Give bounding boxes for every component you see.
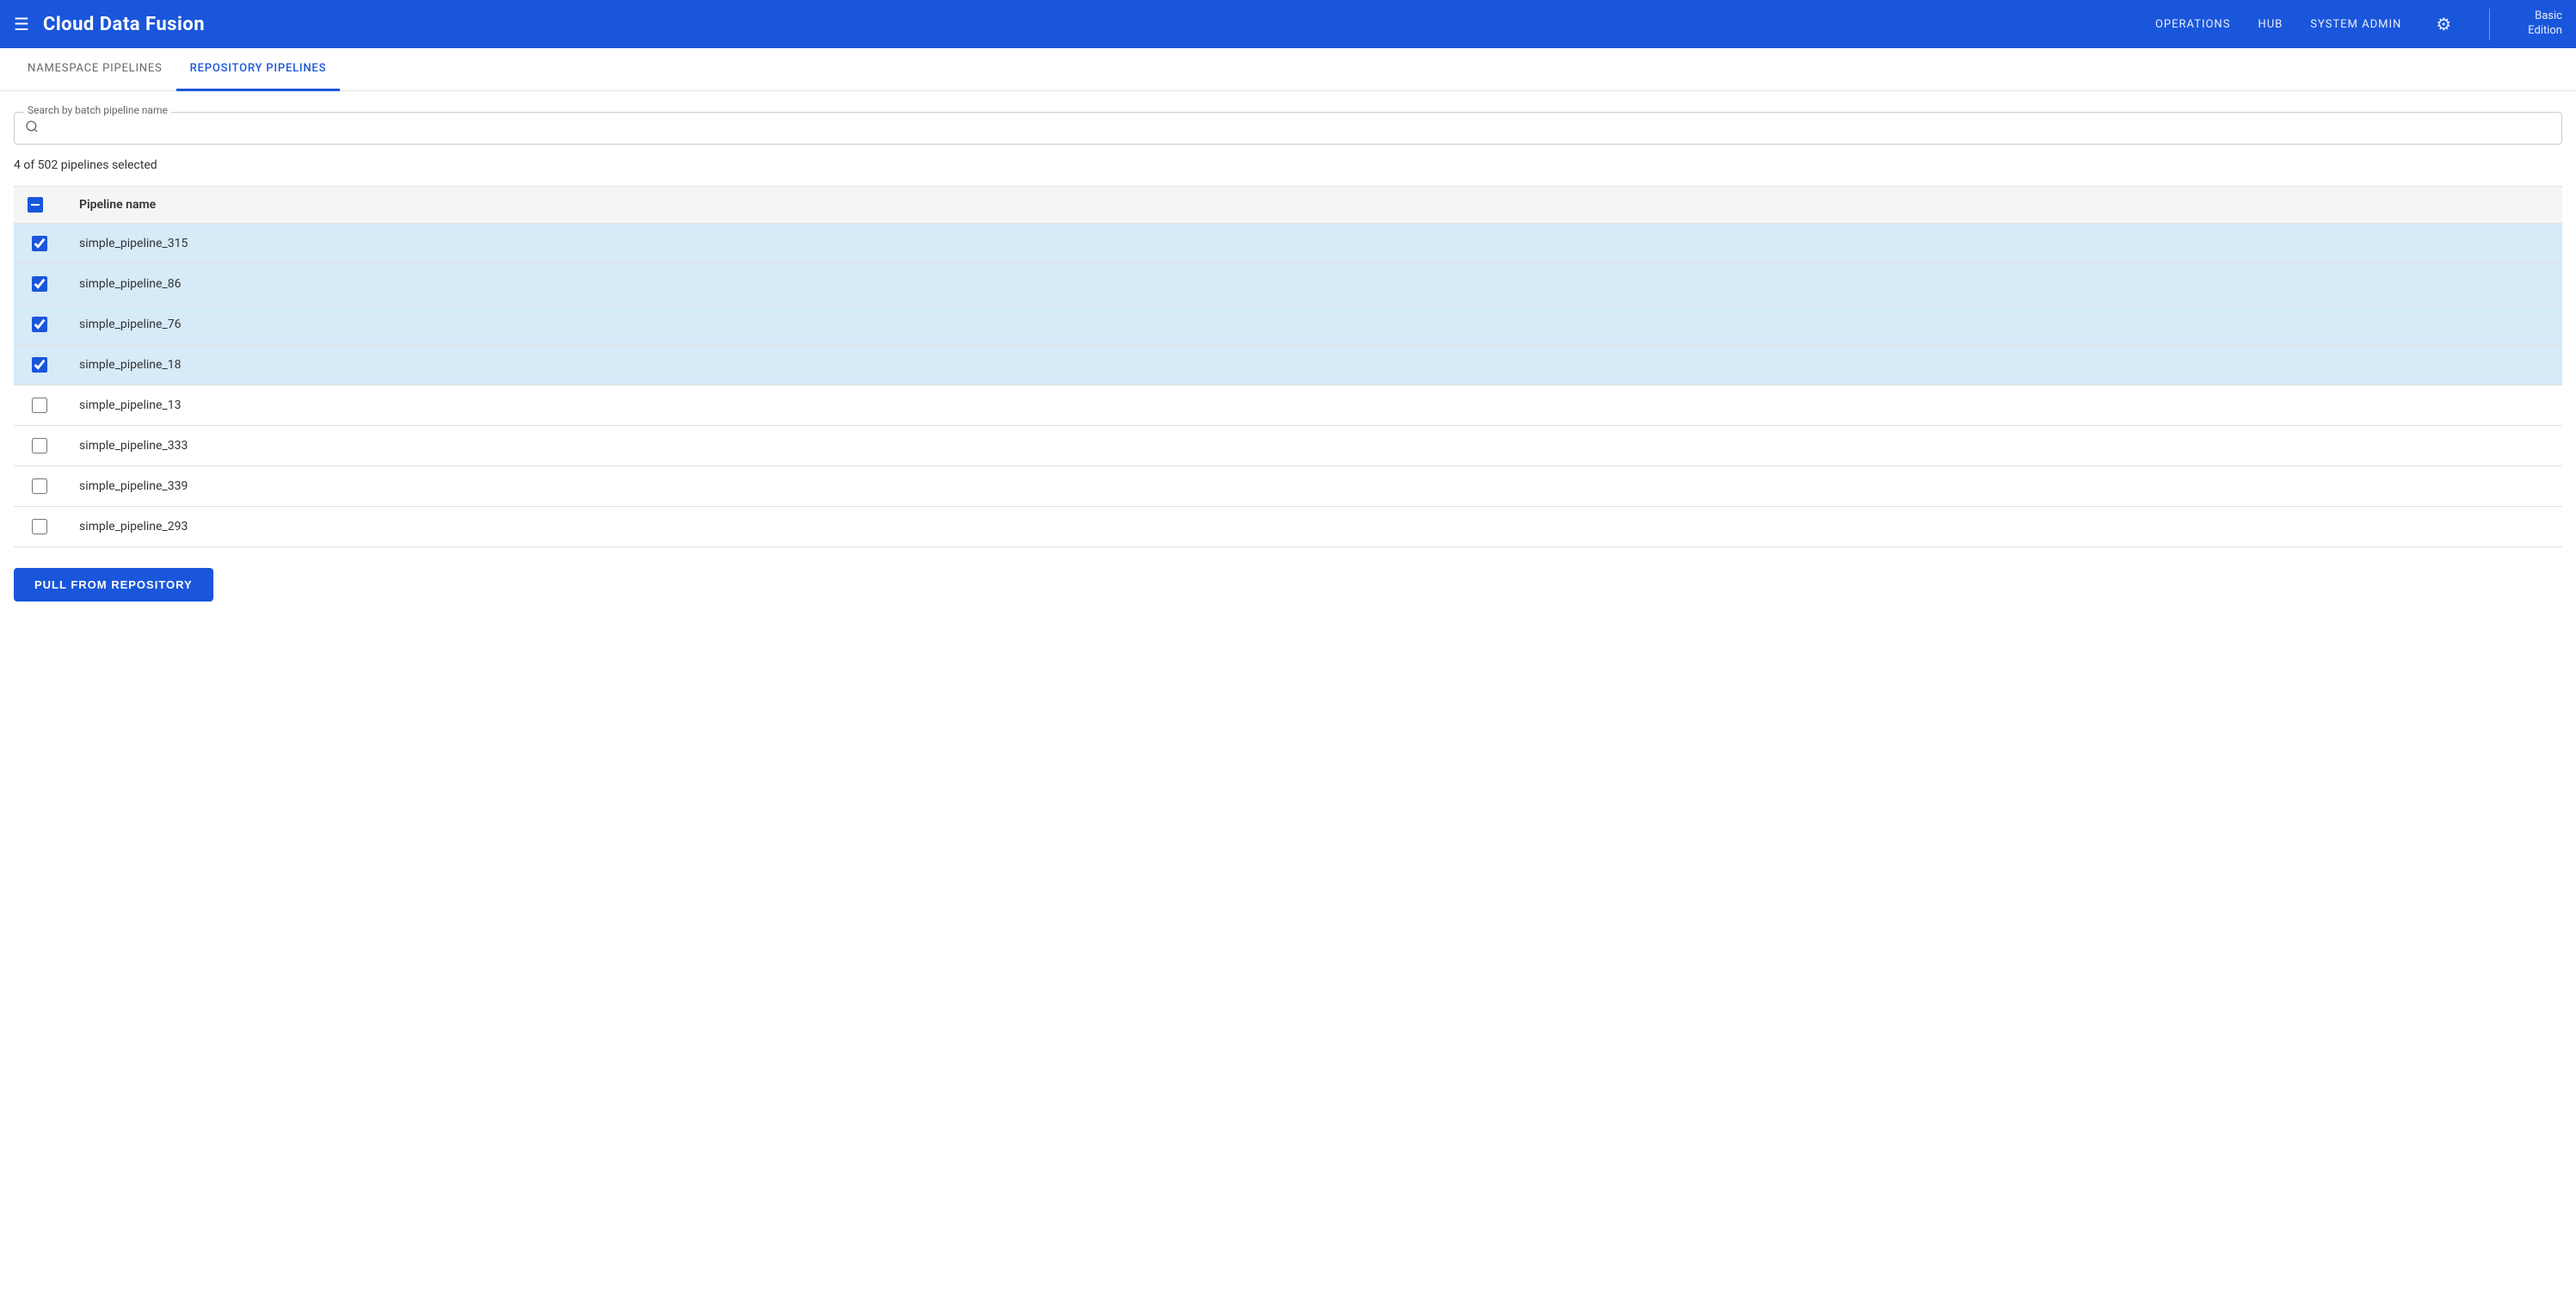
pipeline-name-cell: simple_pipeline_86 [65,264,2562,305]
checkbox-wrapper [28,276,52,292]
search-container: Search by batch pipeline name [14,112,2562,145]
pipeline-name-header: Pipeline name [65,187,2562,224]
row-checkbox-cell [14,224,65,264]
pipeline-name-cell: simple_pipeline_18 [65,345,2562,386]
table-row: simple_pipeline_293 [14,507,2562,547]
tab-namespace-pipelines[interactable]: NAMESPACE PIPELINES [14,48,176,91]
tab-bar: NAMESPACE PIPELINES REPOSITORY PIPELINES [0,48,2576,91]
checkbox-wrapper [28,317,52,332]
header-divider [2489,9,2490,40]
pipeline-name-cell: simple_pipeline_13 [65,386,2562,426]
app-logo: Cloud Data Fusion [43,14,2155,35]
header-nav: OPERATIONS HUB SYSTEM ADMIN ⚙ Basic Edit… [2155,9,2562,40]
edition-badge: Basic Edition [2528,9,2562,39]
table-row: simple_pipeline_76 [14,305,2562,345]
nav-operations[interactable]: OPERATIONS [2155,18,2230,31]
table-row: simple_pipeline_13 [14,386,2562,426]
indeterminate-line [31,204,40,206]
checkbox-wrapper [28,519,52,534]
pipeline-name-cell: simple_pipeline_339 [65,466,2562,507]
search-input[interactable] [46,121,2551,135]
checkbox-wrapper [28,357,52,373]
main-content: Search by batch pipeline name 4 of 502 p… [0,91,2576,622]
nav-hub[interactable]: HUB [2258,18,2283,31]
row-checkbox[interactable] [32,519,47,534]
row-checkbox-cell [14,386,65,426]
pull-from-repository-button[interactable]: PULL FROM REPOSITORY [14,568,213,601]
search-label: Search by batch pipeline name [24,104,171,116]
search-icon [25,120,39,137]
nav-system-admin[interactable]: SYSTEM ADMIN [2310,18,2401,31]
search-box [14,112,2562,145]
table-row: simple_pipeline_315 [14,224,2562,264]
pipeline-table: Pipeline name simple_pipeline_315simple_… [14,186,2562,547]
pipeline-name-cell: simple_pipeline_333 [65,426,2562,466]
row-checkbox[interactable] [32,236,47,251]
row-checkbox-cell [14,345,65,386]
menu-icon[interactable]: ☰ [14,14,29,34]
checkbox-wrapper [28,236,52,251]
row-checkbox-cell [14,426,65,466]
table-row: simple_pipeline_339 [14,466,2562,507]
settings-icon[interactable]: ⚙ [2436,14,2451,34]
tab-repository-pipelines[interactable]: REPOSITORY PIPELINES [176,48,341,91]
table-row: simple_pipeline_333 [14,426,2562,466]
checkbox-wrapper [28,398,52,413]
row-checkbox[interactable] [32,276,47,292]
row-checkbox[interactable] [32,478,47,494]
row-checkbox-cell [14,466,65,507]
row-checkbox[interactable] [32,357,47,373]
row-checkbox-cell [14,305,65,345]
table-row: simple_pipeline_86 [14,264,2562,305]
row-checkbox[interactable] [32,317,47,332]
app-header: ☰ Cloud Data Fusion OPERATIONS HUB SYSTE… [0,0,2576,48]
pipeline-name-cell: simple_pipeline_315 [65,224,2562,264]
table-header-row: Pipeline name [14,187,2562,224]
select-all-header[interactable] [14,187,65,224]
selection-count: 4 of 502 pipelines selected [14,158,2562,172]
checkbox-wrapper [28,438,52,453]
row-checkbox[interactable] [32,438,47,453]
row-checkbox[interactable] [32,398,47,413]
table-row: simple_pipeline_18 [14,345,2562,386]
checkbox-wrapper [28,478,52,494]
row-checkbox-cell [14,264,65,305]
row-checkbox-cell [14,507,65,547]
pipeline-name-cell: simple_pipeline_76 [65,305,2562,345]
select-all-checkbox[interactable] [28,197,43,213]
pipeline-name-cell: simple_pipeline_293 [65,507,2562,547]
